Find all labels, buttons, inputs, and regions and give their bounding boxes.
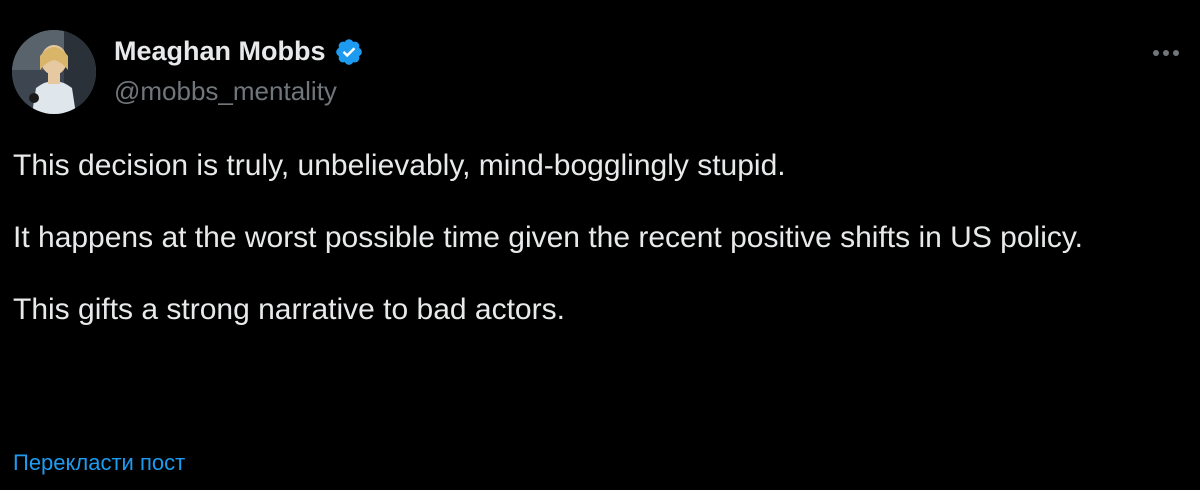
post-paragraph: This gifts a strong narrative to bad act… — [13, 293, 565, 326]
post-paragraph: It happens at the worst possible time gi… — [13, 221, 1083, 254]
tweet: Meaghan Mobbs @mobbs_mentality This deci… — [0, 0, 1200, 490]
avatar[interactable] — [12, 30, 96, 114]
translate-post-link[interactable]: Перекласти пост — [13, 450, 185, 476]
post-body: This decision is truly, unbelievably, mi… — [13, 146, 1188, 330]
avatar-image — [12, 30, 96, 114]
post-paragraph: This decision is truly, unbelievably, mi… — [13, 149, 786, 182]
display-name[interactable]: Meaghan Mobbs — [114, 36, 326, 67]
user-handle[interactable]: @mobbs_mentality — [114, 76, 337, 107]
ellipsis-icon — [1153, 50, 1179, 56]
verified-badge-icon — [334, 37, 364, 67]
author-name-row: Meaghan Mobbs — [114, 36, 364, 67]
more-options-button[interactable] — [1146, 38, 1186, 68]
